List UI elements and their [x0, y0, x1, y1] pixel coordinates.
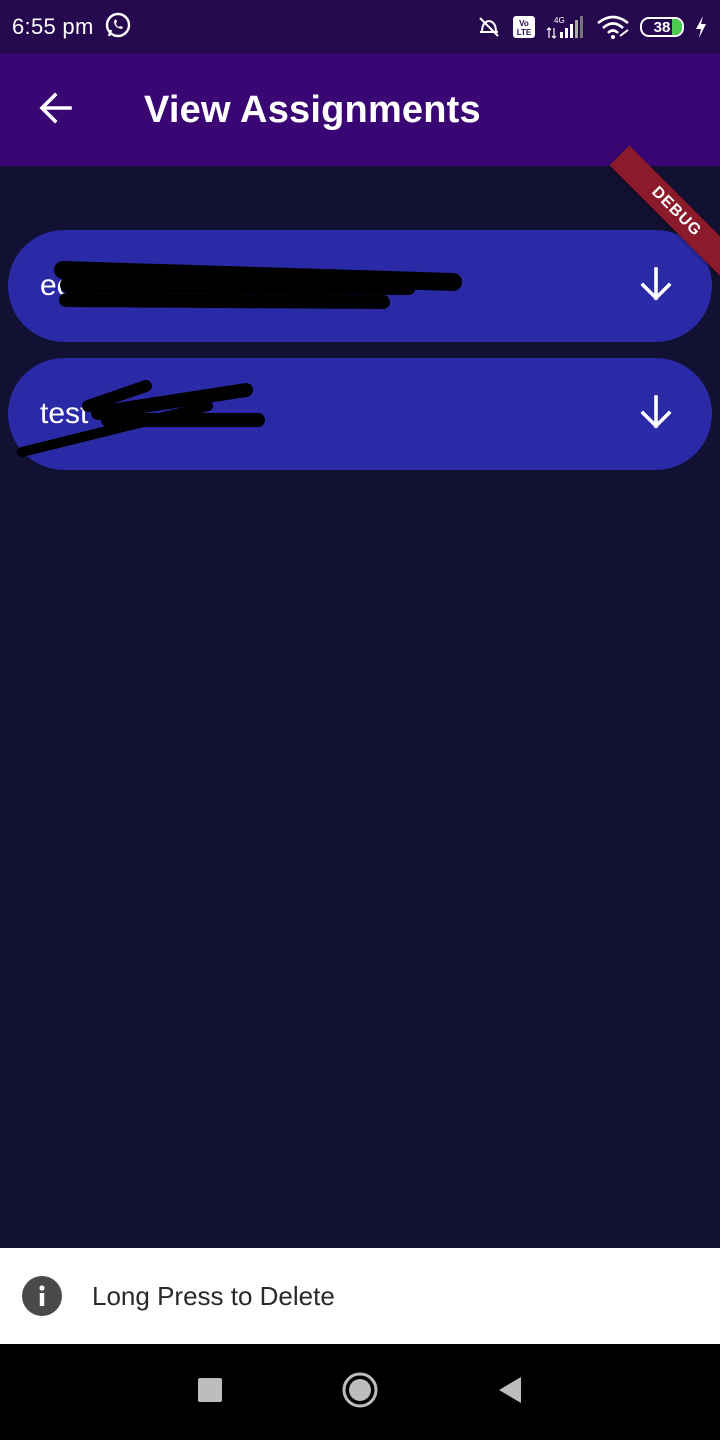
- arrow-down-icon: [638, 266, 674, 307]
- charging-icon: [694, 15, 708, 39]
- recents-icon: [197, 1377, 223, 1408]
- volte-icon: Vo LTE: [512, 15, 536, 39]
- battery-fill: [672, 19, 682, 35]
- battery-level: 38: [653, 18, 671, 36]
- assignment-item[interactable]: ee: [8, 230, 712, 342]
- wifi-icon: [596, 14, 630, 40]
- assignment-item[interactable]: test: [8, 358, 712, 470]
- svg-text:LTE: LTE: [517, 28, 532, 37]
- system-nav-bar: [0, 1344, 720, 1440]
- snackbar: Long Press to Delete: [0, 1248, 720, 1344]
- download-button[interactable]: [632, 262, 680, 310]
- alarm-off-icon: [476, 14, 502, 40]
- status-right: Vo LTE 4G 38: [476, 14, 708, 40]
- recents-button[interactable]: [184, 1366, 236, 1418]
- status-bar: 6:55 pm Vo LTE 4G 38: [0, 0, 720, 54]
- home-button[interactable]: [334, 1366, 386, 1418]
- screen: 6:55 pm Vo LTE 4G 38 View Assignments DE…: [0, 0, 720, 1440]
- status-left: 6:55 pm: [12, 11, 132, 44]
- page-title: View Assignments: [144, 88, 481, 131]
- back-triangle-icon: [497, 1376, 523, 1409]
- status-time: 6:55 pm: [12, 14, 94, 39]
- arrow-left-icon: [38, 90, 74, 131]
- home-icon: [341, 1371, 379, 1414]
- svg-text:Vo: Vo: [519, 19, 529, 28]
- snackbar-message: Long Press to Delete: [92, 1280, 335, 1311]
- arrow-down-icon: [638, 394, 674, 435]
- signal-icon: 4G: [546, 14, 586, 40]
- assignment-label: ee: [40, 269, 74, 302]
- redaction-scribble: [54, 261, 462, 309]
- svg-text:4G: 4G: [554, 16, 565, 25]
- download-button[interactable]: [632, 390, 680, 438]
- info-icon: [22, 1276, 62, 1316]
- app-bar: View Assignments: [0, 54, 720, 166]
- whatsapp-icon: [104, 11, 132, 44]
- redaction-scribble: [17, 380, 265, 457]
- assignment-label: test: [40, 397, 89, 430]
- back-button[interactable]: [0, 54, 112, 166]
- nav-back-button[interactable]: [484, 1366, 536, 1418]
- battery-icon: 38: [640, 17, 684, 37]
